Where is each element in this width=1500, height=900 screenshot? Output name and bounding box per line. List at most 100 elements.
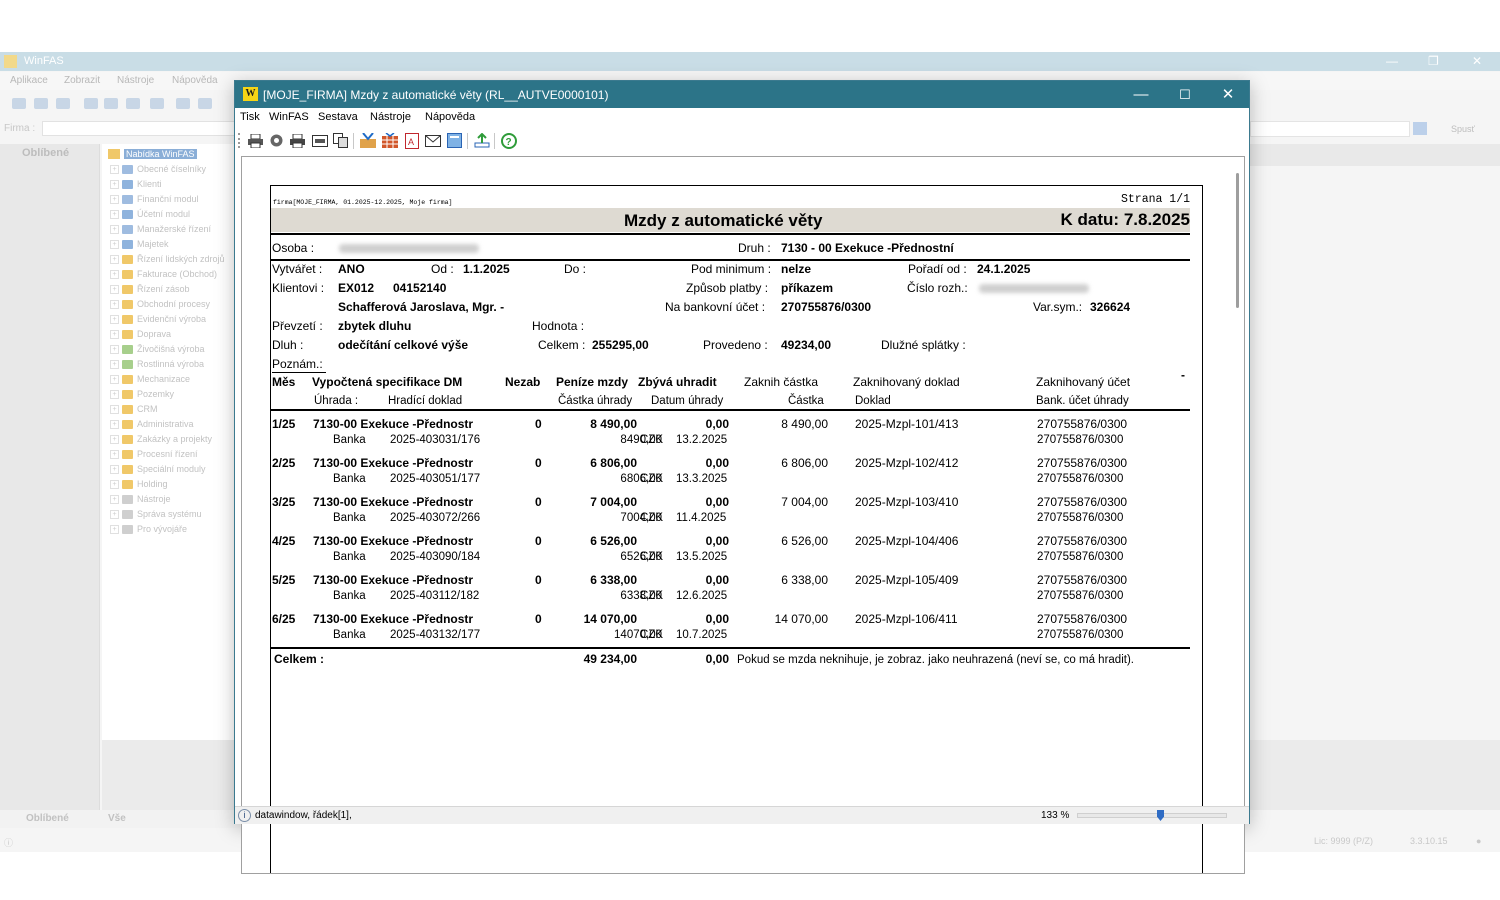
preview-icon[interactable]	[311, 132, 328, 149]
expand-icon[interactable]: +	[110, 254, 119, 264]
expand-icon[interactable]: +	[110, 359, 119, 369]
tree-item[interactable]: + Doprava	[110, 327, 171, 341]
tree-item[interactable]: + CRM	[110, 402, 158, 416]
menu-tisk[interactable]: Tisk	[240, 111, 260, 123]
expand-icon[interactable]: +	[110, 209, 119, 219]
bg-menu-zobrazit[interactable]: Zobrazit	[64, 75, 100, 86]
tree-item[interactable]: + Majetek	[110, 237, 169, 251]
tree-item[interactable]: + Administrativa	[110, 417, 194, 431]
expand-icon[interactable]: +	[110, 404, 119, 414]
menu-winfas[interactable]: WinFAS	[269, 111, 309, 123]
expand-icon[interactable]: +	[110, 509, 119, 519]
expand-icon[interactable]: +	[110, 164, 119, 174]
expand-icon[interactable]: +	[110, 494, 119, 504]
expand-icon[interactable]: +	[110, 464, 119, 474]
tree-item[interactable]: + Pro vývojáře	[110, 522, 187, 536]
vertical-scrollbar[interactable]	[1232, 157, 1244, 873]
expand-icon[interactable]: +	[110, 224, 119, 234]
menu-napoveda[interactable]: Nápověda	[425, 111, 475, 123]
col-hradici-doklad: Hradící doklad	[388, 395, 463, 407]
tree-item[interactable]: + Řízení lidských zdrojů	[110, 252, 225, 266]
tree-item[interactable]: + Finanční modul	[110, 192, 199, 206]
bg-tool-icon[interactable]	[198, 98, 212, 109]
archive-icon[interactable]	[446, 132, 463, 149]
printer-icon[interactable]	[289, 132, 306, 149]
tree-item[interactable]: + Speciální moduly	[110, 462, 206, 476]
tab-vse[interactable]: Vše	[108, 813, 126, 824]
table-icon[interactable]	[381, 132, 398, 149]
report-viewport[interactable]: firma[MOJE_FIRMA, 01.2025-12.2025, Moje …	[241, 156, 1245, 874]
bg-tool-icon[interactable]	[150, 98, 164, 109]
expand-icon[interactable]: +	[110, 434, 119, 444]
tree-item[interactable]: + Zakázky a projekty	[110, 432, 212, 446]
restore-icon[interactable]: ❐	[1428, 54, 1439, 68]
program-select[interactable]	[1250, 121, 1410, 137]
expand-icon[interactable]: +	[110, 194, 119, 204]
zoom-slider[interactable]	[1077, 813, 1227, 818]
tree-item[interactable]: + Účetní modul	[110, 207, 190, 221]
tree-item[interactable]: + Holding	[110, 477, 168, 491]
help-icon[interactable]: ?	[500, 132, 517, 149]
expand-icon[interactable]: +	[110, 299, 119, 309]
toolbar-grip[interactable]	[238, 133, 240, 148]
bg-menu-aplikace[interactable]: Aplikace	[10, 75, 48, 86]
minimize-icon[interactable]: —	[1386, 54, 1398, 68]
firma-input[interactable]	[42, 121, 242, 136]
print-icon[interactable]	[247, 132, 264, 149]
tree-item[interactable]: + Procesní řízení	[110, 447, 198, 461]
tree-item[interactable]: + Rostlinná výroba	[110, 357, 204, 371]
minimize-button[interactable]: —	[1122, 83, 1160, 106]
bg-tool-icon[interactable]	[176, 98, 190, 109]
expand-icon[interactable]: +	[110, 344, 119, 354]
expand-icon[interactable]: +	[110, 239, 119, 249]
maximize-button[interactable]: ☐	[1166, 83, 1204, 106]
expand-icon[interactable]: +	[110, 389, 119, 399]
expand-icon[interactable]: +	[110, 479, 119, 489]
bg-tool-icon[interactable]	[12, 98, 26, 109]
expand-icon[interactable]: +	[110, 314, 119, 324]
copy-icon[interactable]	[332, 132, 349, 149]
expand-icon[interactable]: +	[110, 524, 119, 534]
tree-item[interactable]: + Klienti	[110, 177, 162, 191]
tree-item[interactable]: + Obchodní procesy	[110, 297, 210, 311]
close-button[interactable]: ✕	[1209, 83, 1247, 106]
menu-sestava[interactable]: Sestava	[318, 111, 358, 123]
close-icon[interactable]: ✕	[1472, 54, 1482, 68]
tree-item[interactable]: + Manažerské řízení	[110, 222, 211, 236]
expand-icon[interactable]: +	[110, 269, 119, 279]
expand-icon[interactable]: +	[110, 374, 119, 384]
tree-item[interactable]: + Fakturace (Obchod)	[110, 267, 217, 281]
tree-item[interactable]: + Nástroje	[110, 492, 171, 506]
expand-icon[interactable]: +	[110, 329, 119, 339]
expand-icon[interactable]: +	[110, 449, 119, 459]
tree-item[interactable]: + Mechanizace	[110, 372, 190, 386]
settings-icon[interactable]	[268, 132, 285, 149]
zoom-slider-thumb[interactable]	[1157, 810, 1164, 821]
bg-menu-nastroje[interactable]: Nástroje	[117, 75, 154, 86]
expand-icon[interactable]: +	[110, 419, 119, 429]
tree-item[interactable]: + Řízení zásob	[110, 282, 190, 296]
expand-icon[interactable]: +	[110, 179, 119, 189]
tree-item[interactable]: + Správa systému	[110, 507, 202, 521]
menu-nastroje[interactable]: Nástroje	[370, 111, 411, 123]
bg-tool-icon[interactable]	[104, 98, 118, 109]
spust-button[interactable]: Spusť	[1440, 121, 1486, 137]
export-icon[interactable]	[473, 132, 490, 149]
tree-root[interactable]: Nabídka WinFAS	[108, 147, 197, 160]
tab-oblibene[interactable]: Oblíbené	[26, 813, 69, 824]
tree-item[interactable]: + Živočišná výroba	[110, 342, 205, 356]
folder-icon[interactable]	[1413, 122, 1427, 135]
tree-item[interactable]: + Obecné číselníky	[110, 162, 206, 176]
tree-item[interactable]: + Evidenční výroba	[110, 312, 206, 326]
tree-item[interactable]: + Pozemky	[110, 387, 174, 401]
scrollbar-thumb[interactable]	[1236, 173, 1239, 308]
bg-tool-icon[interactable]	[126, 98, 140, 109]
expand-icon[interactable]: +	[110, 284, 119, 294]
bg-menu-napoveda[interactable]: Nápověda	[172, 75, 218, 86]
mail-icon[interactable]	[424, 132, 441, 149]
pdf-icon[interactable]: A	[403, 132, 420, 149]
bg-tool-icon[interactable]	[56, 98, 70, 109]
tree-icon[interactable]	[359, 132, 376, 149]
bg-tool-icon[interactable]	[84, 98, 98, 109]
bg-tool-icon[interactable]	[34, 98, 48, 109]
